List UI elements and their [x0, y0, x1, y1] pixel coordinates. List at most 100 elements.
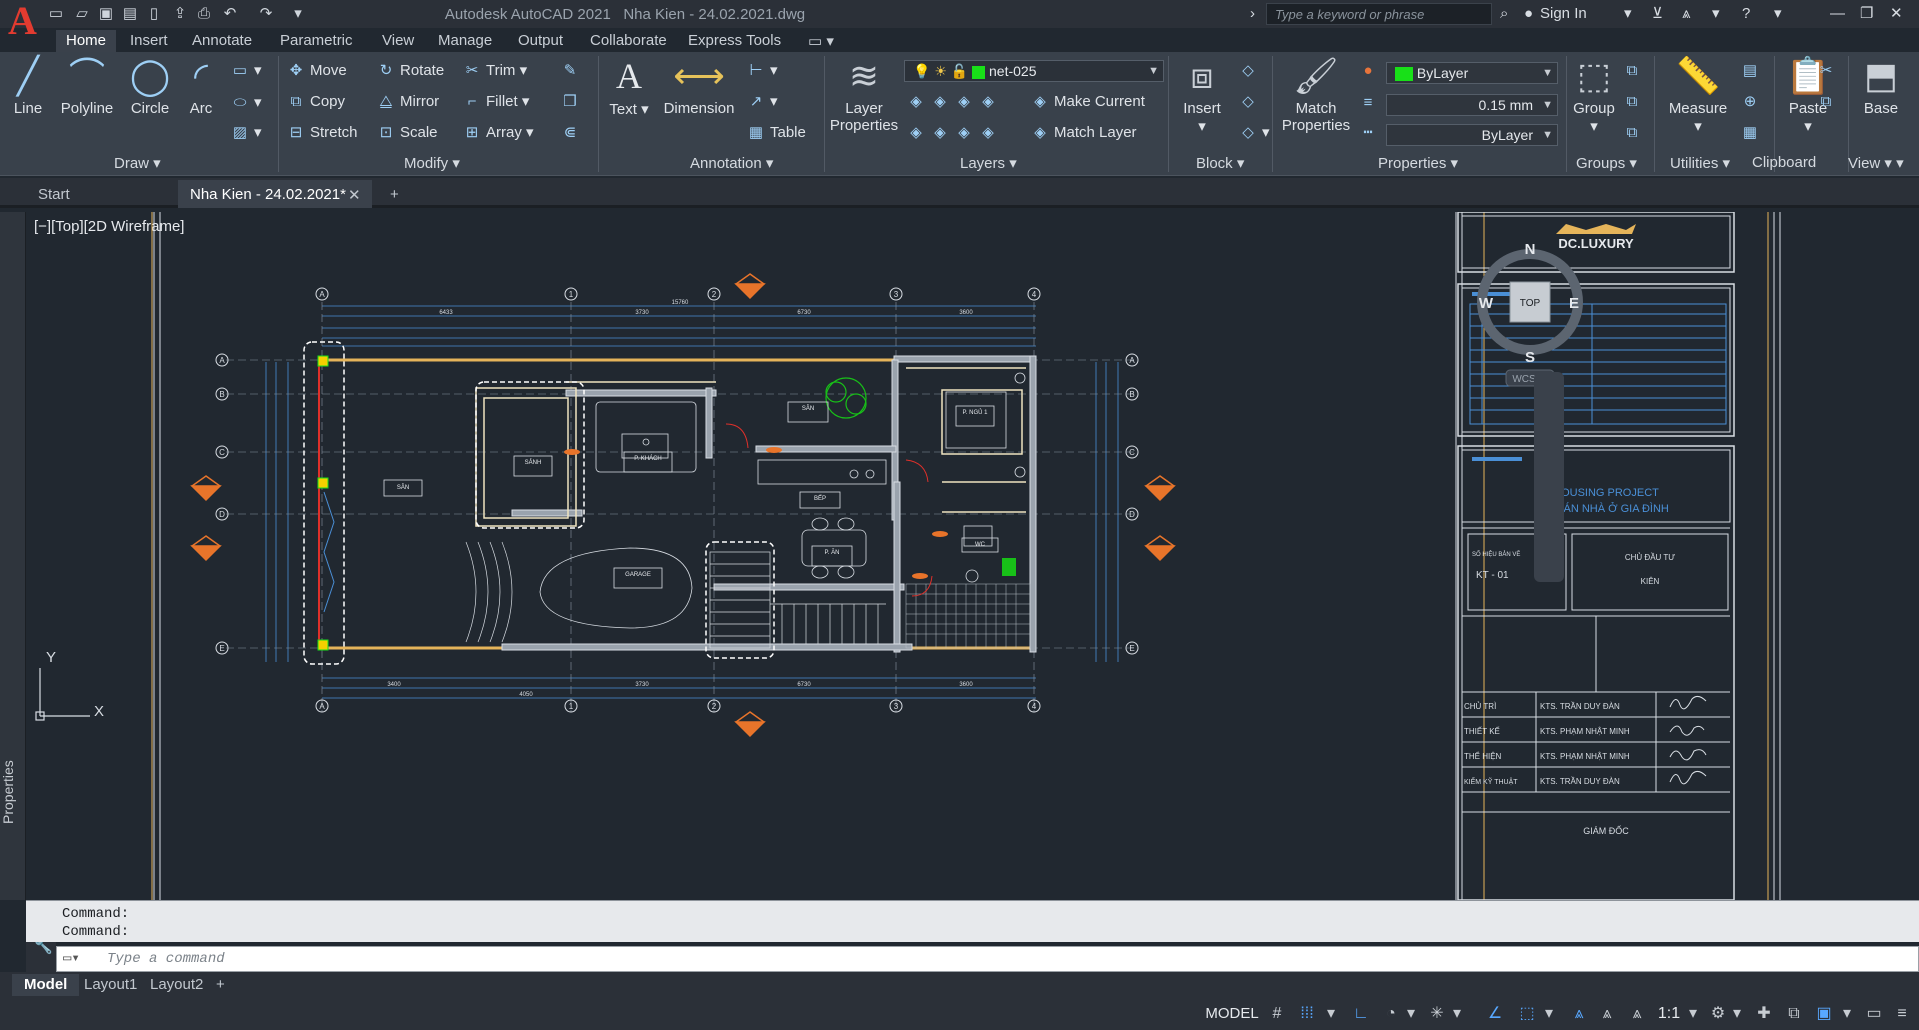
polar-icon[interactable]: ◔: [1380, 1004, 1402, 1024]
copy-button[interactable]: ⧉ Copy: [286, 91, 345, 113]
close-tab-icon[interactable]: ✕: [344, 182, 365, 210]
clipboard-panel-title[interactable]: Clipboard: [1752, 154, 1816, 174]
match-properties-button[interactable]: 🖌 Match Properties: [1276, 54, 1356, 134]
stretch-button[interactable]: ⊟ Stretch: [286, 122, 358, 144]
annotation-panel-title[interactable]: Annotation ▾: [690, 154, 773, 174]
groups-panel-title[interactable]: Groups ▾: [1576, 154, 1637, 174]
annotation-monitor-icon[interactable]: ✚: [1752, 1004, 1776, 1024]
new-tab-icon[interactable]: +: [384, 182, 405, 210]
snap-icon[interactable]: ⁞⁞⁞: [1296, 1004, 1318, 1024]
polar-dropdown-icon[interactable]: ▾: [1404, 1004, 1418, 1024]
annotation-scale-icon[interactable]: ⩓: [1626, 1004, 1648, 1024]
compass-west[interactable]: W: [1479, 295, 1494, 312]
erase-button[interactable]: ✎: [560, 60, 584, 82]
offset-button[interactable]: ⋐: [560, 122, 584, 144]
line-button[interactable]: ╱ Line: [6, 54, 50, 117]
command-prompt-icon[interactable]: ▭▾: [63, 950, 80, 967]
annotation-scale-value[interactable]: 1:1: [1654, 1004, 1684, 1024]
color-wheel-icon[interactable]: ●: [1358, 60, 1382, 82]
units-icon[interactable]: ⧉: [1782, 1004, 1806, 1024]
measure-button[interactable]: 📏 Measure ▾: [1658, 54, 1738, 135]
tab-parametric[interactable]: Parametric: [270, 30, 363, 52]
navigation-bar[interactable]: [1534, 372, 1564, 582]
customization-icon[interactable]: ≡: [1890, 1004, 1914, 1024]
annotation-visibility-icon[interactable]: ⩓: [1566, 1004, 1592, 1024]
ellipse-button[interactable]: ⬭ ▾: [230, 92, 262, 114]
drawing-canvas[interactable]: [−][Top][2D Wireframe] DC.LUXURY HOUSING…: [26, 212, 1919, 900]
tab-home[interactable]: Home: [56, 30, 117, 52]
circle-button[interactable]: ◯ Circle: [122, 54, 178, 117]
tab-insert[interactable]: Insert: [120, 30, 178, 52]
add-layout-icon[interactable]: +: [204, 974, 237, 996]
layer-tools-row-1[interactable]: ◈ ◈ ◈ ◈: [906, 91, 1002, 113]
scale-dropdown-icon[interactable]: ▾: [1686, 1004, 1700, 1024]
group-edit-button[interactable]: ⧉: [1622, 91, 1646, 113]
block-panel-title[interactable]: Block ▾: [1196, 154, 1244, 174]
autodesk-app-icon[interactable]: ⩓: [1682, 4, 1690, 24]
grid-icon[interactable]: #: [1266, 1004, 1288, 1024]
sign-in-dropdown-icon[interactable]: ▾: [1624, 4, 1632, 24]
make-current-button[interactable]: ◈ Make Current: [1030, 91, 1145, 113]
move-button[interactable]: ✥ Move: [286, 60, 347, 82]
search-expand-icon[interactable]: ›: [1250, 4, 1255, 24]
sign-in-button[interactable]: Sign In: [1540, 4, 1587, 24]
object-snap-icon[interactable]: ⬚: [1514, 1004, 1540, 1024]
copy-clip-button[interactable]: ⧉: [1816, 91, 1840, 113]
rotate-button[interactable]: ↻ Rotate: [376, 60, 445, 82]
command-input[interactable]: ▭▾ Type a command: [56, 946, 1919, 972]
group-select-button[interactable]: ⧉: [1622, 122, 1646, 144]
wcs-menu[interactable]: WCS: [1512, 374, 1536, 385]
polyline-button[interactable]: ⌒ Polyline: [50, 54, 124, 117]
quick-calc-button[interactable]: ▤: [1740, 60, 1764, 82]
hatch-button[interactable]: ▨ ▾: [230, 122, 262, 144]
exchange-icon[interactable]: ▾: [1712, 4, 1720, 24]
fillet-button[interactable]: ⌐ Fillet ▾: [462, 91, 530, 113]
arc-button[interactable]: ◜ Arc: [178, 54, 224, 117]
minimize-icon[interactable]: —: [1830, 4, 1845, 24]
close-icon[interactable]: ✕: [1890, 4, 1903, 24]
tab-model[interactable]: Model: [12, 974, 80, 996]
isolate-dropdown-icon[interactable]: ▾: [1840, 1004, 1854, 1024]
table-button[interactable]: ▦ Table: [746, 122, 806, 144]
id-point-button[interactable]: ⊕: [1740, 91, 1764, 113]
lineweight-dropdown[interactable]: 0.15 mm ▼: [1386, 94, 1558, 116]
search-icon[interactable]: ⌕: [1500, 4, 1508, 24]
clean-screen-icon[interactable]: ▭: [1862, 1004, 1886, 1024]
array-button[interactable]: ⊞ Array ▾: [462, 122, 534, 144]
create-block-button[interactable]: ◇: [1238, 60, 1262, 82]
layer-tools-row-2[interactable]: ◈ ◈ ◈ ◈: [906, 122, 1002, 144]
ungroup-button[interactable]: ⧉: [1622, 60, 1646, 82]
tab-active-drawing[interactable]: Nha Kien - 24.02.2021*: [178, 180, 372, 208]
scale-button[interactable]: ⊡ Scale: [376, 122, 438, 144]
restore-icon[interactable]: ❐: [1860, 4, 1873, 24]
cart-icon[interactable]: ⊻: [1652, 4, 1663, 24]
properties-palette[interactable]: Properties: [0, 212, 26, 900]
tab-view[interactable]: View: [372, 30, 424, 52]
linetype-dropdown[interactable]: ByLayer ▼: [1386, 124, 1558, 146]
viewcube-top-face[interactable]: TOP: [1520, 298, 1541, 309]
tab-collaborate[interactable]: Collaborate: [580, 30, 677, 52]
tab-start[interactable]: Start: [26, 180, 176, 208]
ortho-icon[interactable]: ∟: [1348, 1004, 1374, 1024]
insert-block-button[interactable]: ⧈ Insert ▾: [1172, 54, 1232, 135]
isolate-objects-icon[interactable]: ▣: [1812, 1004, 1836, 1024]
workspace-gear-icon[interactable]: ⚙: [1706, 1004, 1730, 1024]
search-input[interactable]: Type a keyword or phrase: [1266, 3, 1492, 25]
compass-south[interactable]: S: [1525, 349, 1535, 366]
utilities-panel-title[interactable]: Utilities ▾: [1670, 154, 1730, 174]
draw-panel-title[interactable]: Draw ▾: [114, 154, 161, 174]
group-button[interactable]: ⬚ Group ▾: [1568, 54, 1620, 135]
properties-panel-title[interactable]: Properties ▾: [1378, 154, 1458, 174]
isodraft-icon[interactable]: ✳: [1426, 1004, 1448, 1024]
view-panel-title[interactable]: View ▾ ▾: [1848, 154, 1904, 174]
match-layer-button[interactable]: ◈ Match Layer: [1030, 122, 1136, 144]
tab-express-tools[interactable]: Express Tools: [678, 30, 791, 52]
tab-output[interactable]: Output: [508, 30, 573, 52]
snap-dropdown-icon[interactable]: ▾: [1324, 1004, 1338, 1024]
isodraft-dropdown-icon[interactable]: ▾: [1450, 1004, 1464, 1024]
linear-dim-button[interactable]: ⊢ ▾: [746, 60, 777, 82]
text-button[interactable]: A Text ▾: [606, 54, 652, 118]
rectangle-button[interactable]: ▭ ▾: [230, 60, 262, 82]
model-space-button[interactable]: MODEL: [1204, 1004, 1260, 1024]
layers-panel-title[interactable]: Layers ▾: [960, 154, 1017, 174]
